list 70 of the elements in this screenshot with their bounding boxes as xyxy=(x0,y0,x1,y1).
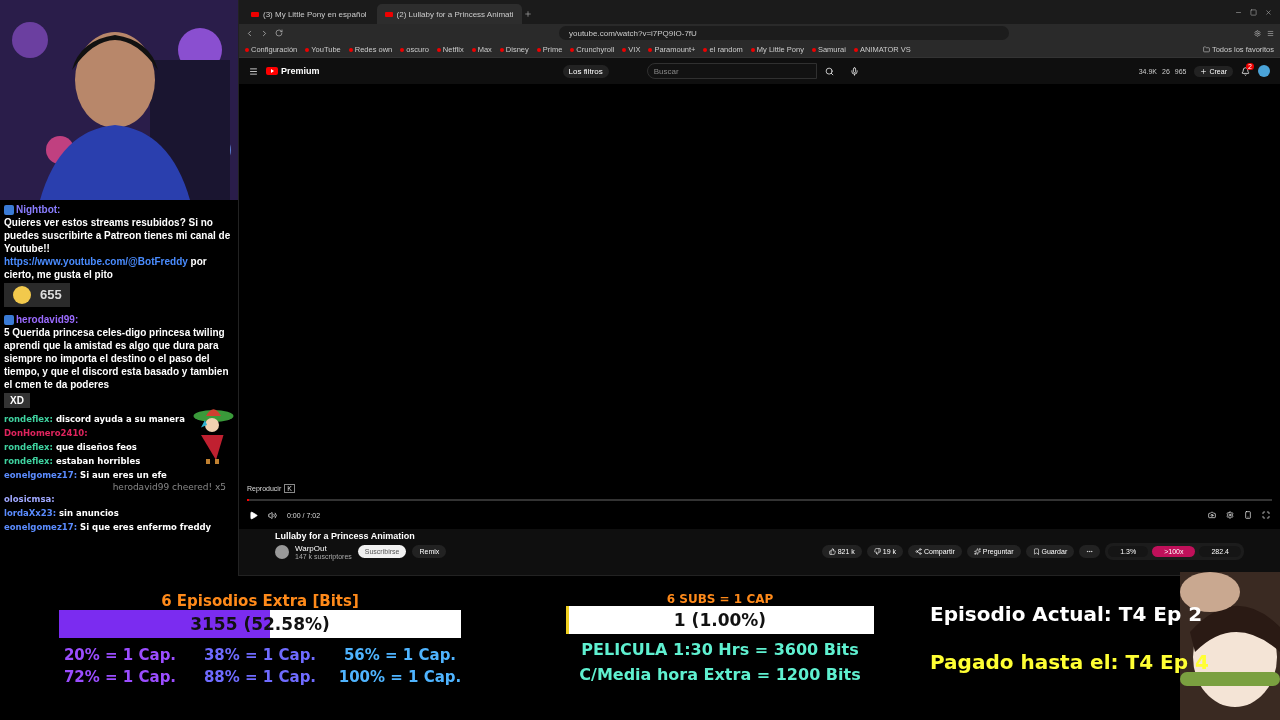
chat-username[interactable]: DonHomero2410: xyxy=(4,428,88,439)
channel-name[interactable]: WarpOut xyxy=(295,543,352,553)
reload-icon[interactable] xyxy=(275,29,283,37)
goal-title: 6 Episodios Extra [Bits] xyxy=(161,592,359,610)
goal-title: 6 SUBS = 1 CAP xyxy=(666,592,774,606)
minimize-icon[interactable] xyxy=(1235,9,1242,16)
thumbs-up-icon xyxy=(828,548,836,555)
microphone-icon[interactable] xyxy=(849,66,859,76)
volume-icon[interactable] xyxy=(268,510,277,520)
browser-tab[interactable]: (3) My Little Pony en español xyxy=(243,4,375,24)
new-tab-icon[interactable] xyxy=(523,10,532,18)
info-line: PELICULA 1:30 Hrs = 3600 Bits xyxy=(581,640,859,659)
chat-username[interactable]: rondeflex: xyxy=(4,456,53,467)
chat-message: que diseños feos xyxy=(55,442,137,453)
chat-message: Si que eres enfermo freddy xyxy=(80,522,212,533)
link[interactable]: https://www.youtube.com/@BotFreddy xyxy=(4,256,188,267)
fullscreen-icon[interactable] xyxy=(1262,511,1270,519)
episode-paid: Pagado hasta el: T4 Ep 4 xyxy=(930,650,1210,674)
badge-icon xyxy=(4,204,14,215)
episode-current: Episodio Actual: T4 Ep 2 xyxy=(930,602,1204,626)
filter-chip[interactable]: Los filtros xyxy=(562,64,609,78)
goal-label: 88% = 1 Cap. xyxy=(203,668,317,686)
share-icon xyxy=(915,548,923,555)
video-title: Lullaby for a Princess Animation xyxy=(275,531,416,541)
address-field[interactable]: youtube.com/watch?v=i7PQ9IO-7fU xyxy=(559,26,1009,40)
browser-tab[interactable]: (2) Lullaby for a Princess Animati xyxy=(376,4,522,24)
plus-icon xyxy=(1200,67,1208,75)
goal-label: 38% = 1 Cap. xyxy=(203,646,317,664)
menu-icon[interactable] xyxy=(249,66,258,76)
chat-username[interactable]: herodavid99: xyxy=(16,313,79,326)
chat-message: Quieres ver estos streams resubidos? Si no puedes suscribirte a Patreon tienes mi canal de Youtube!! https://www.youtube.com/@BotFreddy por cierto, me gusta el pito xyxy=(4,217,231,280)
info-line: C/Media hora Extra = 1200 Bits xyxy=(579,665,861,684)
logo[interactable]: Premium xyxy=(266,66,320,76)
emote-count: 655 xyxy=(40,286,62,304)
emoji-icon xyxy=(12,285,32,305)
camera-icon[interactable] xyxy=(1208,511,1216,519)
goal-label: 100% = 1 Cap. xyxy=(338,668,462,686)
forward-icon[interactable] xyxy=(260,28,269,38)
goal-label: 72% = 1 Cap. xyxy=(63,668,177,686)
chat-username[interactable]: rondeflex: xyxy=(4,442,53,453)
settings-icon[interactable] xyxy=(1254,29,1261,37)
play-icon[interactable] xyxy=(249,510,258,520)
chat-message: estaban horribles xyxy=(55,456,141,467)
avatar[interactable] xyxy=(1258,65,1270,77)
chat-message: 5 Querida princesa celes-digo princesa twiling aprendi que la amistad es algo que dura para siempre no importa el destino o el paso del tiempo, y que el discord esta basado y tambien el cmen te da poderes xyxy=(4,327,229,390)
badge-icon xyxy=(4,314,14,325)
search-field[interactable]: Buscar xyxy=(646,63,817,79)
chat-message: sin anuncios xyxy=(59,508,119,519)
folder-icon xyxy=(1202,46,1210,53)
cheer-notice: herodavid99 cheered! x5 xyxy=(112,482,226,493)
channel-avatar[interactable] xyxy=(275,544,289,559)
back-icon[interactable] xyxy=(245,28,254,38)
emote: XD xyxy=(4,393,30,408)
chat-username[interactable]: eonelgomez17: xyxy=(4,522,78,533)
chat-username[interactable]: rondeflex: xyxy=(4,414,53,424)
chat-username[interactable]: Nightbot: xyxy=(16,203,61,216)
close-icon[interactable] xyxy=(1265,9,1272,16)
chat-message: Si aun eres un efe xyxy=(80,470,167,481)
search-icon[interactable] xyxy=(824,66,834,76)
bookmark-icon xyxy=(1032,548,1040,555)
chat-username[interactable]: lordaXx23: xyxy=(4,508,57,519)
progress-reading: 1 (1.00%) xyxy=(673,610,767,630)
chat-username[interactable]: olosicmsa: xyxy=(4,494,55,505)
goal-label: 56% = 1 Cap. xyxy=(343,646,457,664)
chat-message: discord ayuda a su manera xyxy=(55,414,185,424)
goal-label: 20% = 1 Cap. xyxy=(63,646,177,664)
thumbs-down-icon xyxy=(873,548,881,555)
maximize-icon[interactable] xyxy=(1250,9,1257,16)
sparkle-icon xyxy=(973,548,981,555)
chat-username[interactable]: eonelgomez17: xyxy=(4,470,78,481)
